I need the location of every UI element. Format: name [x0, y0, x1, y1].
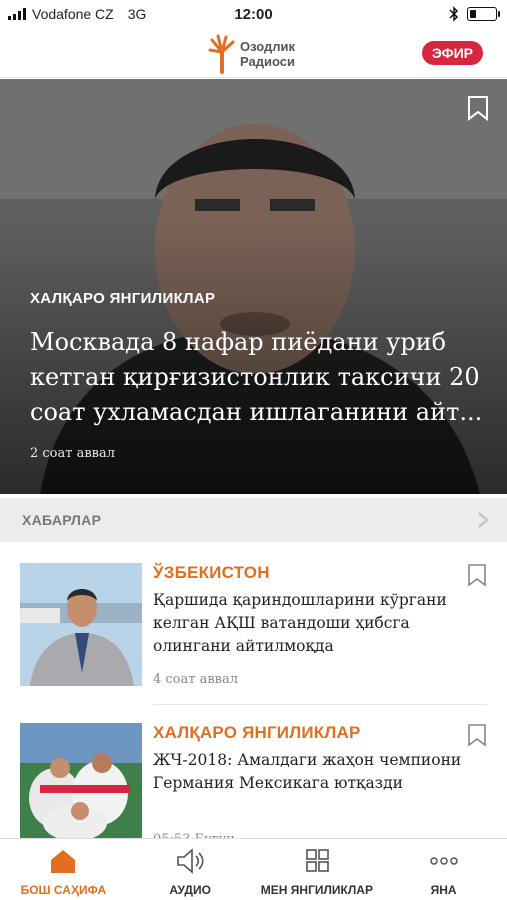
hero-time: 2 соат аввал [30, 446, 115, 461]
logo[interactable]: Озодлик Радиоси [208, 34, 295, 74]
hero-article[interactable]: ХАЛҚАРО ЯНГИЛИКЛАР Москвада 8 нафар пиёд… [0, 79, 507, 494]
status-right [449, 6, 500, 22]
bookmark-icon[interactable] [467, 723, 487, 747]
hero-title: Москвада 8 нафар пиёдани уриб кетган қир… [30, 328, 483, 426]
chevron-right-icon [478, 512, 489, 528]
nav-label: МЕН ЯНГИЛИКЛАР [260, 883, 373, 897]
section-title: ХАБАРЛАР [22, 512, 102, 528]
list-item[interactable]: ЎЗБЕКИСТОН Қаршида қариндошларини кўрган… [0, 545, 507, 705]
grid-icon [306, 849, 329, 872]
bookmark-icon[interactable] [467, 95, 489, 121]
status-bar: Vodafone CZ 3G 12:00 [0, 0, 507, 30]
section-header-news[interactable]: ХАБАРЛАР [0, 498, 507, 542]
article-time: 4 соат аввал [153, 672, 238, 687]
app-header: Озодлик Радиоси ЭФИР [0, 30, 507, 78]
status-time: 12:00 [234, 6, 273, 23]
hero-category: ХАЛҚАРО ЯНГИЛИКЛАР [30, 290, 216, 307]
bookmark-icon[interactable] [467, 563, 487, 587]
live-button[interactable]: ЭФИР [421, 41, 483, 65]
nav-label: ЯНА [430, 883, 457, 897]
nav-item-home[interactable]: БОШ САҲИФА [0, 839, 127, 900]
speaker-icon [177, 848, 204, 874]
rfe-logo-icon [208, 34, 235, 74]
article-category: ХАЛҚАРО ЯНГИЛИКЛАР [153, 723, 361, 742]
bluetooth-icon [449, 6, 459, 22]
article-title: Қаршида қариндошларини кўргани келган АҚ… [153, 591, 447, 655]
battery-fill [470, 10, 476, 18]
logo-text: Озодлик Радиоси [240, 39, 295, 69]
hero-overlay [0, 79, 507, 494]
logo-line1: Озодлик [240, 39, 296, 54]
article-thumbnail [20, 723, 142, 846]
logo-line2: Радиоси [240, 54, 295, 69]
nav-item-audio[interactable]: АУДИО [127, 839, 254, 900]
nav-label: АУДИО [169, 883, 211, 897]
nav-label: БОШ САҲИФА [20, 883, 107, 897]
bottom-nav: БОШ САҲИФА АУДИО МЕН ЯНГИЛИКЛАР ЯНА [0, 838, 507, 900]
article-thumbnail [20, 563, 142, 686]
article-category: ЎЗБЕКИСТОН [153, 563, 270, 582]
nav-item-my-news[interactable]: МЕН ЯНГИЛИКЛАР [254, 839, 381, 900]
nav-item-more[interactable]: ЯНА [380, 839, 507, 900]
home-icon [51, 850, 76, 873]
article-title: ЖЧ-2018: Амалдаги жаҳон чемпиони Германи… [153, 751, 462, 792]
more-icon [429, 857, 458, 865]
battery-icon [467, 7, 500, 21]
